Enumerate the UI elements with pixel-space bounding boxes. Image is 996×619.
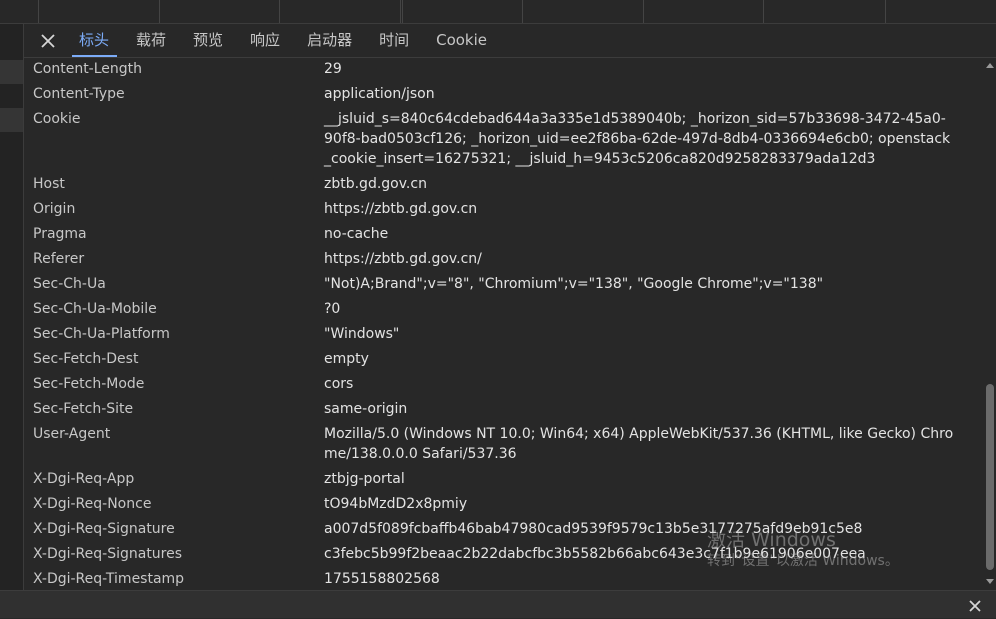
header-name: X-Dgi-Req-App — [33, 471, 135, 487]
header-value[interactable]: __jsluid_s=840c64cdebad644a3a335e1d53890… — [324, 108, 954, 173]
header-row: User-Agent Mozilla/5.0 (Windows NT 10.0;… — [24, 423, 982, 468]
header-value[interactable]: c3febc5b99f2beaac2b22dabcfbc3b5582b66abc… — [324, 543, 954, 568]
header-value[interactable]: application/json — [324, 83, 954, 108]
tab-cookies[interactable]: Cookie — [423, 24, 501, 57]
tab-response[interactable]: 响应 — [237, 24, 294, 57]
header-value[interactable]: a007d5f089fcbaffb46bab47980cad9539f9579c… — [324, 518, 954, 543]
tab-timing[interactable]: 时间 — [366, 24, 423, 57]
header-value[interactable]: https://zbtb.gd.gov.cn — [324, 198, 954, 223]
header-value[interactable]: 1755158802568 — [324, 568, 954, 589]
header-value[interactable]: cors — [324, 373, 954, 398]
header-name: Referer — [33, 251, 85, 267]
header-row: X-Dgi-Req-App ztbjg-portal — [24, 468, 982, 493]
header-value[interactable]: Mozilla/5.0 (Windows NT 10.0; Win64; x64… — [324, 423, 954, 468]
header-name: Sec-Fetch-Mode — [33, 376, 145, 392]
header-value[interactable]: "Windows" — [324, 323, 954, 348]
header-value[interactable]: "Not)A;Brand";v="8", "Chromium";v="138",… — [324, 273, 954, 298]
header-value[interactable]: ?0 — [324, 298, 954, 323]
detail-tab-bar: 标头 载荷 预览 响应 启动器 时间 Cookie — [24, 24, 996, 58]
header-row: Pragma no-cache — [24, 223, 982, 248]
header-name: Content-Length — [33, 61, 143, 77]
header-row: X-Dgi-Req-Nonce tO94bMzdD2x8pmiy — [24, 493, 982, 518]
vertical-scrollbar[interactable] — [983, 58, 996, 589]
header-row: Cookie __jsluid_s=840c64cdebad644a3a335e… — [24, 108, 982, 173]
header-name: Sec-Ch-Ua-Mobile — [33, 301, 157, 317]
header-row: Host zbtb.gd.gov.cn — [24, 173, 982, 198]
close-icon — [969, 600, 981, 612]
header-name: Sec-Ch-Ua-Platform — [33, 326, 170, 342]
header-row: Origin https://zbtb.gd.gov.cn — [24, 198, 982, 223]
header-row: X-Dgi-Req-Signature a007d5f089fcbaffb46b… — [24, 518, 982, 543]
header-row: Sec-Fetch-Dest empty — [24, 348, 982, 373]
header-row: Referer https://zbtb.gd.gov.cn/ — [24, 248, 982, 273]
top-column-strip — [0, 0, 996, 24]
header-name: Cookie — [33, 111, 81, 127]
header-row: Content-Type application/json — [24, 83, 982, 108]
drawer-bar — [0, 590, 996, 618]
header-value[interactable]: same-origin — [324, 398, 954, 423]
close-panel-button[interactable] — [34, 27, 62, 55]
header-row: Sec-Ch-Ua "Not)A;Brand";v="8", "Chromium… — [24, 273, 982, 298]
header-name: Origin — [33, 201, 76, 217]
header-row: X-Dgi-Req-Signatures c3febc5b99f2beaac2b… — [24, 543, 982, 568]
header-name: X-Dgi-Req-Signature — [33, 521, 175, 537]
tab-payload[interactable]: 载荷 — [123, 24, 180, 57]
request-headers-list: Content-Length 29 Content-Type applicati… — [24, 58, 982, 589]
header-row: Sec-Fetch-Mode cors — [24, 373, 982, 398]
header-value[interactable]: https://zbtb.gd.gov.cn/ — [324, 248, 954, 273]
header-value[interactable]: zbtb.gd.gov.cn — [324, 173, 954, 198]
header-name: Host — [33, 176, 65, 192]
header-row: Sec-Ch-Ua-Mobile ?0 — [24, 298, 982, 323]
tab-preview[interactable]: 预览 — [180, 24, 237, 57]
tab-headers[interactable]: 标头 — [66, 24, 123, 57]
header-value[interactable]: ztbjg-portal — [324, 468, 954, 493]
header-name: User-Agent — [33, 426, 111, 442]
header-name: X-Dgi-Req-Signatures — [33, 546, 183, 562]
header-name: Pragma — [33, 226, 87, 242]
header-value[interactable]: 29 — [324, 58, 954, 83]
header-row: X-Dgi-Req-Timestamp 1755158802568 — [24, 568, 982, 589]
header-name: Sec-Fetch-Dest — [33, 351, 139, 367]
close-drawer-button[interactable] — [966, 597, 984, 615]
close-icon — [41, 33, 55, 48]
header-value[interactable]: tO94bMzdD2x8pmiy — [324, 493, 954, 518]
header-row: Sec-Fetch-Site same-origin — [24, 398, 982, 423]
header-name: Sec-Ch-Ua — [33, 276, 106, 292]
header-name: Content-Type — [33, 86, 125, 102]
scroll-down-arrow-icon[interactable] — [986, 579, 994, 584]
scroll-thumb[interactable] — [986, 384, 994, 570]
header-name: Sec-Fetch-Site — [33, 401, 134, 417]
header-value[interactable]: no-cache — [324, 223, 954, 248]
tab-initiator[interactable]: 启动器 — [294, 24, 366, 57]
header-row: Sec-Ch-Ua-Platform "Windows" — [24, 323, 982, 348]
header-name: X-Dgi-Req-Nonce — [33, 496, 152, 512]
header-row: Content-Length 29 — [24, 58, 982, 83]
scroll-up-arrow-icon[interactable] — [986, 63, 994, 68]
request-list-rail — [0, 24, 24, 590]
header-name: X-Dgi-Req-Timestamp — [33, 571, 185, 587]
header-value[interactable]: empty — [324, 348, 954, 373]
